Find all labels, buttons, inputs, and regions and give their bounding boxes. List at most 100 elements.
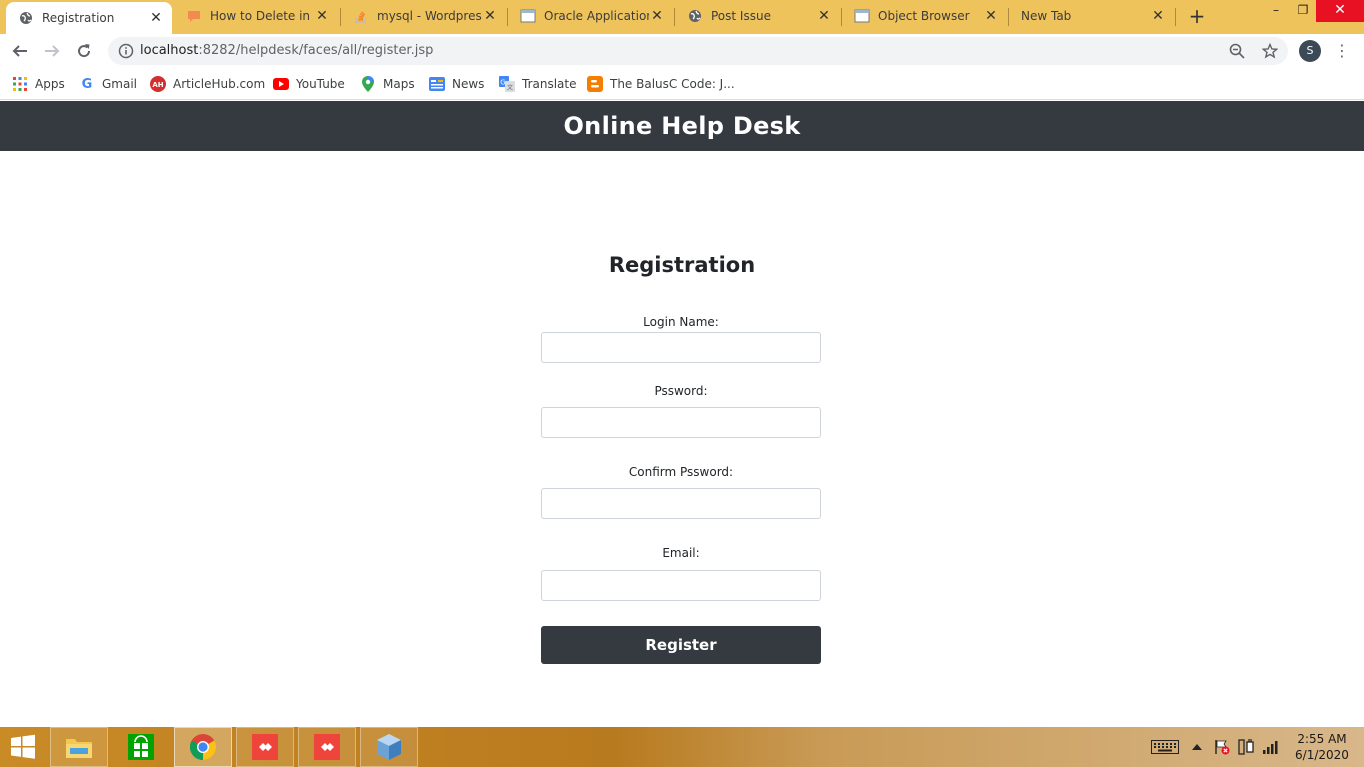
profile-avatar[interactable]: S (1299, 40, 1321, 62)
zoom-icon[interactable] (1229, 43, 1245, 59)
confirm-password-input[interactable] (541, 488, 821, 519)
globe-icon (687, 8, 703, 24)
svg-text:文: 文 (507, 84, 513, 92)
chat-bubble-icon (186, 8, 202, 24)
action-center-flag-icon[interactable] (1212, 737, 1232, 757)
chevron-up-icon[interactable] (1188, 737, 1206, 757)
window-page-icon (520, 8, 536, 24)
register-button[interactable]: Register (541, 626, 821, 664)
star-icon[interactable] (1262, 43, 1278, 59)
close-icon[interactable]: ✕ (482, 8, 498, 24)
login-name-label: Login Name: (643, 315, 719, 329)
bookmark-label: Translate (522, 77, 577, 91)
bookmarks-bar: Apps G Gmail AH ArticleHub.com YouTube M… (0, 68, 1364, 100)
url-text: localhost:8282/helpdesk/faces/all/regist… (140, 43, 434, 58)
chrome-icon (189, 734, 217, 761)
apps-grid-icon (12, 76, 28, 92)
tab-title: New Tab (1021, 9, 1072, 23)
tab-object-browser[interactable]: Object Browser ✕ (842, 0, 1007, 32)
close-icon[interactable]: ✕ (148, 10, 164, 26)
bookmark-label: Gmail (102, 77, 138, 91)
tab-new-tab[interactable]: New Tab ✕ (1009, 0, 1174, 32)
windows-logo-icon (11, 734, 35, 759)
bookmark-youtube[interactable]: YouTube (273, 75, 345, 93)
bookmark-articlehub[interactable]: AH ArticleHub.com (150, 75, 265, 93)
email-label: Email: (662, 546, 700, 560)
email-input[interactable] (541, 570, 821, 601)
login-name-input[interactable] (541, 332, 821, 363)
taskbar-file-explorer[interactable] (50, 727, 108, 767)
minimize-button[interactable]: – (1262, 0, 1290, 22)
close-icon[interactable]: ✕ (816, 8, 832, 24)
youtube-icon (273, 76, 289, 92)
maps-pin-icon (360, 76, 376, 92)
system-clock[interactable]: 2:55 AM 6/1/2020 (1290, 731, 1354, 763)
anydesk-icon (314, 734, 340, 760)
bookmark-balusc[interactable]: The BalusC Code: J... (587, 75, 735, 93)
tab-separator (1175, 8, 1176, 26)
arrow-right-icon (45, 45, 60, 57)
keyboard-icon[interactable] (1150, 737, 1180, 757)
window-close-button[interactable]: ✕ (1316, 0, 1364, 22)
signal-bars-icon[interactable] (1260, 737, 1282, 757)
svg-text:AH: AH (152, 81, 163, 89)
bookmark-label: YouTube (296, 77, 345, 91)
tab-title: mysql - Wordpress (377, 9, 482, 23)
site-title: Online Help Desk (563, 112, 801, 140)
bookmark-label: Maps (383, 77, 415, 91)
tab-mysql-wordpress[interactable]: mysql - Wordpress ✕ (341, 0, 506, 32)
start-button[interactable] (0, 727, 46, 767)
svg-text:G: G (500, 79, 505, 87)
store-icon (128, 734, 154, 760)
power-plug-icon[interactable] (1236, 737, 1256, 757)
reload-icon (78, 44, 91, 58)
taskbar-virtualbox[interactable] (360, 727, 418, 767)
password-label: Pssword: (654, 384, 708, 398)
forward-button[interactable] (40, 39, 64, 63)
tab-title: Registration (42, 11, 115, 25)
tab-oracle-application[interactable]: Oracle Application ✕ (508, 0, 673, 32)
tab-title: Object Browser (878, 9, 970, 23)
password-input[interactable] (541, 407, 821, 438)
bookmark-translate[interactable]: G文 Translate (499, 75, 577, 93)
bookmark-label: News (452, 77, 485, 91)
tab-registration[interactable]: Registration ✕ (6, 2, 172, 34)
reload-button[interactable] (72, 39, 96, 63)
address-bar[interactable]: localhost:8282/helpdesk/faces/all/regist… (108, 37, 1288, 65)
bookmark-label: The BalusC Code: J... (610, 77, 735, 91)
maximize-button[interactable]: ❐ (1289, 0, 1317, 22)
taskbar-chrome[interactable] (174, 727, 232, 767)
translate-icon: G文 (499, 76, 515, 92)
anydesk-icon (252, 734, 278, 760)
browser-menu-icon[interactable]: ⋮ (1334, 40, 1350, 62)
bookmark-apps[interactable]: Apps (12, 75, 65, 93)
close-icon[interactable]: ✕ (649, 8, 665, 24)
info-icon[interactable] (118, 43, 134, 63)
clock-date: 6/1/2020 (1295, 748, 1349, 762)
taskbar-anydesk-1[interactable] (236, 727, 294, 767)
windows-taskbar: 2:55 AM 6/1/2020 (0, 727, 1364, 767)
bookmark-label: Apps (35, 77, 65, 91)
bookmark-news[interactable]: News (429, 75, 484, 93)
google-icon: G (81, 76, 93, 92)
taskbar-store[interactable] (112, 727, 170, 767)
taskbar-anydesk-2[interactable] (298, 727, 356, 767)
back-button[interactable] (8, 39, 32, 63)
bookmark-gmail[interactable]: G Gmail (79, 75, 137, 93)
tab-title: Post Issue (711, 9, 771, 23)
close-icon[interactable]: ✕ (314, 8, 330, 24)
news-icon (429, 76, 445, 92)
close-icon[interactable]: ✕ (1150, 8, 1166, 24)
close-icon[interactable]: ✕ (983, 8, 999, 24)
globe-icon (18, 10, 34, 26)
new-tab-button[interactable]: + (1186, 5, 1208, 27)
bookmark-label: ArticleHub.com (173, 77, 266, 91)
articlehub-icon: AH (150, 76, 166, 92)
stackoverflow-icon (353, 8, 369, 24)
site-header: Online Help Desk (0, 101, 1364, 151)
bookmark-maps[interactable]: Maps (360, 75, 415, 93)
tab-post-issue[interactable]: Post Issue ✕ (675, 0, 840, 32)
tab-how-to-delete[interactable]: How to Delete in M ✕ (174, 0, 338, 32)
confirm-password-label: Confirm Pssword: (628, 465, 734, 479)
tab-title: How to Delete in M (210, 9, 314, 23)
